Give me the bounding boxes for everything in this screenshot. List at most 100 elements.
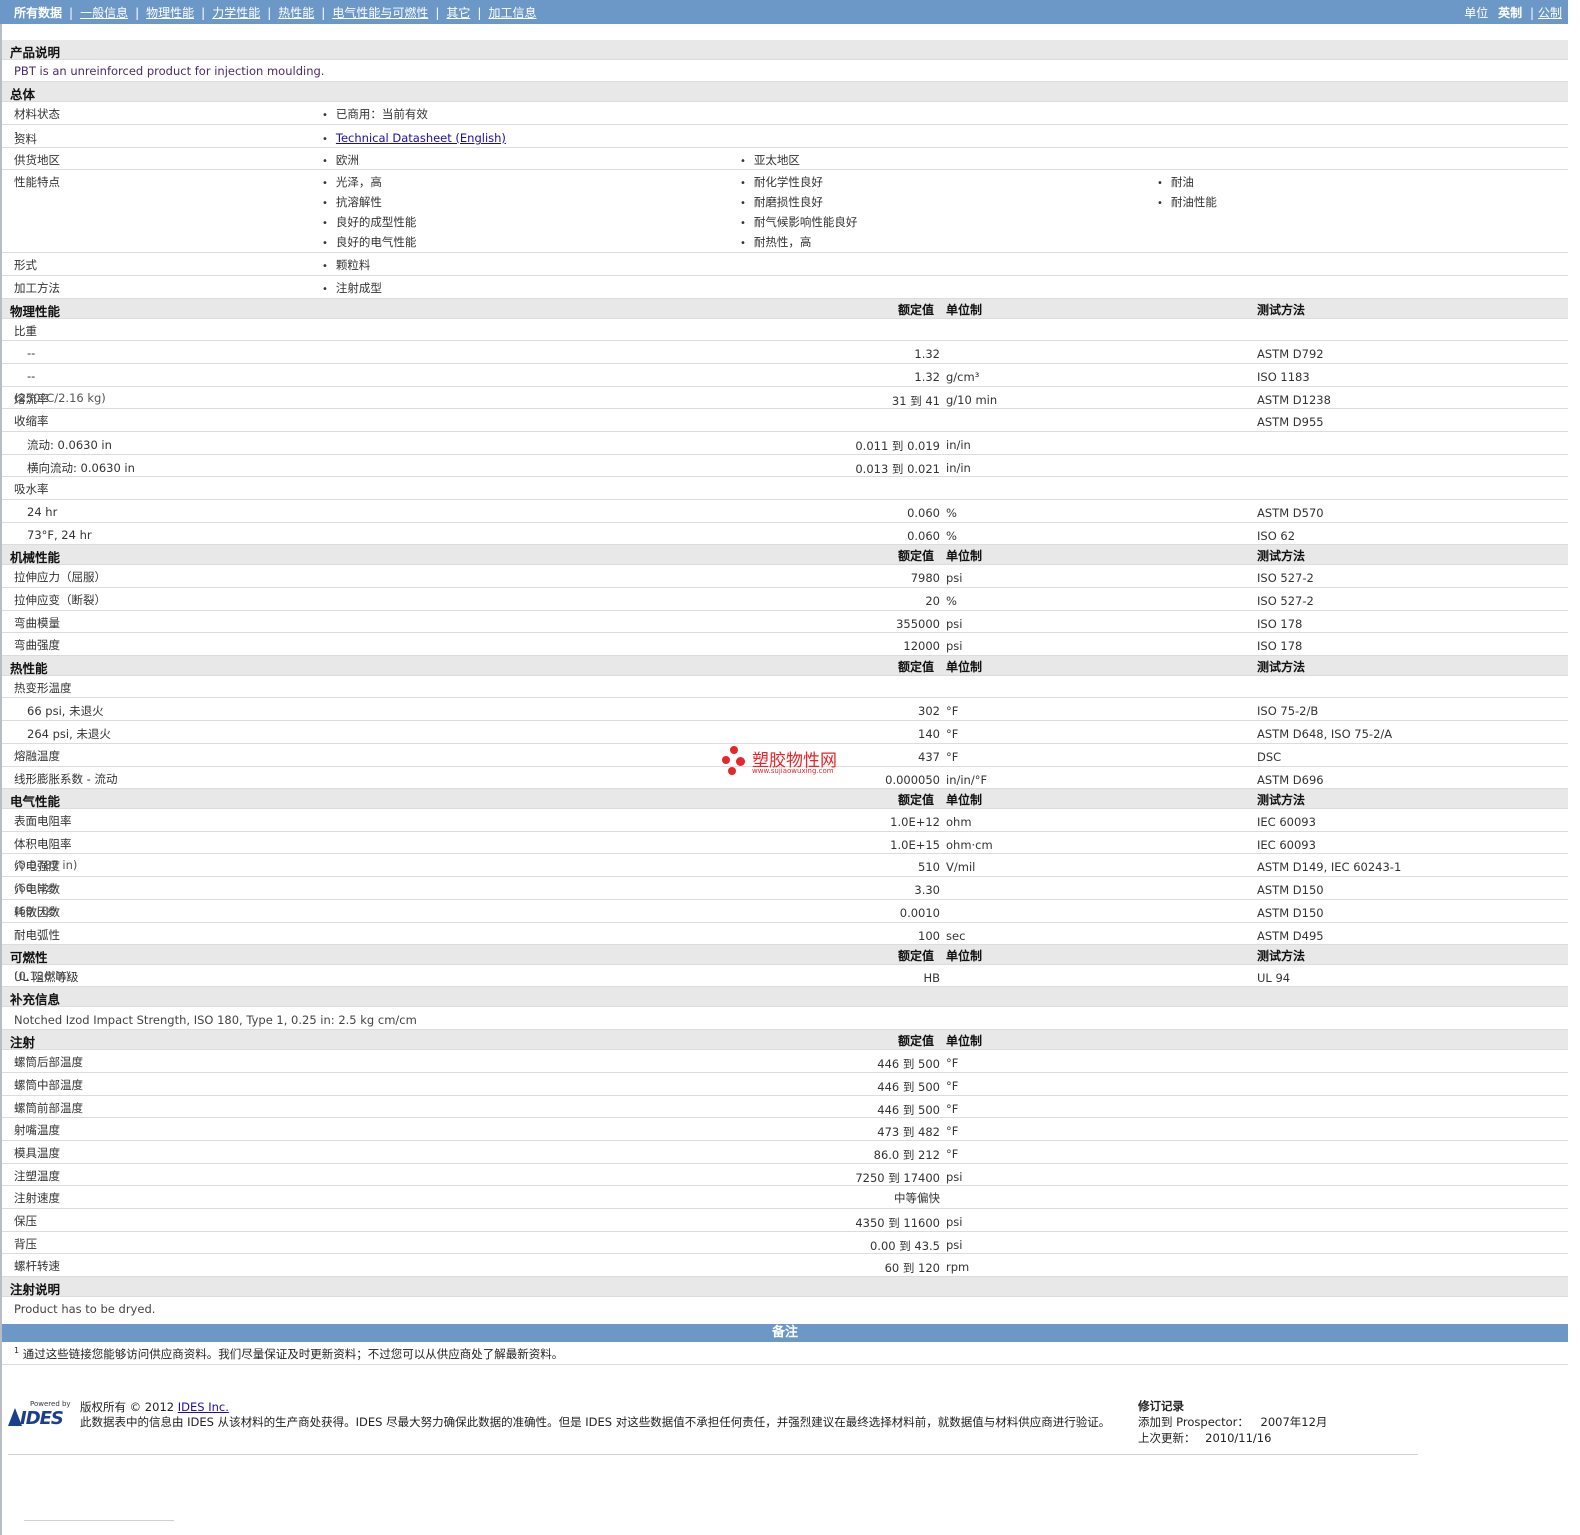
copyright-line: 版权所有 © 2012 IDES Inc. xyxy=(80,1400,1110,1415)
injection-note-text: Product has to be dryed. xyxy=(14,1302,156,1316)
data-row: 66 psi, 未退火 302 °F ISO 75-2/B xyxy=(2,698,1568,721)
value-cell: 446 到 500 xyxy=(877,1080,940,1094)
section-injection-notes-header: 注射说明 xyxy=(2,1277,1568,1297)
divider xyxy=(24,1520,174,1521)
unit-cell: °F xyxy=(946,1079,959,1093)
ides-company-link[interactable]: IDES Inc. xyxy=(178,1400,229,1414)
property-label: 射嘴温度 xyxy=(14,1123,60,1137)
unit-cell: rpm xyxy=(946,1260,970,1274)
section-general-header: 总体 xyxy=(2,82,1568,102)
nav-all-data[interactable]: 所有数据 xyxy=(14,6,62,20)
property-label: 拉伸应力（屈服） xyxy=(14,570,106,584)
unit-cell: % xyxy=(946,594,957,608)
nav-mechanical[interactable]: 力学性能 xyxy=(212,6,260,20)
value-cell: 0.060 xyxy=(907,529,940,543)
value-cell: 86.0 到 212 xyxy=(873,1148,940,1162)
property-label: 螺杆转速 xyxy=(14,1259,60,1273)
data-row: 拉伸应力（屈服） 7980 psi ISO 527-2 xyxy=(2,565,1568,588)
row-specific-gravity: 比重 xyxy=(2,319,1568,341)
nav-other[interactable]: 其它 xyxy=(446,6,470,20)
value-cell: 60 到 120 xyxy=(884,1261,940,1275)
method-cell: ASTM D648, ISO 75-2/A xyxy=(1257,727,1393,741)
section-supplement-header: 补充信息 xyxy=(2,987,1568,1007)
unit-cell: psi xyxy=(946,571,963,585)
copyright-block: 版权所有 © 2012 IDES Inc. 此数据表中的信息由 IDES 从该材… xyxy=(80,1400,1110,1430)
data-row: 螺杆转速 60 到 120 rpm xyxy=(2,1254,1568,1277)
condition-label: -- xyxy=(27,346,36,360)
property-label: 表面电阻率 xyxy=(14,814,72,828)
property-label: 弯曲强度 xyxy=(14,638,60,652)
col-header-method: 测试方法 xyxy=(1257,303,1306,317)
row-processing-method: 加工方法 注射成型 xyxy=(2,276,1568,299)
watermark-dot xyxy=(730,746,738,754)
data-row: 螺筒前部温度 446 到 500 °F xyxy=(2,1096,1568,1118)
nav-physical[interactable]: 物理性能 xyxy=(146,6,194,20)
property-label: 材料状态 xyxy=(14,107,60,121)
section-mechanical-header: 机械性能 额定值 单位制 测试方法 xyxy=(2,545,1568,565)
method-cell: UL 94 xyxy=(1257,971,1291,985)
method-cell: ISO 527-2 xyxy=(1257,571,1314,585)
section-flammability-header: 可燃性 额定值 单位制 测试方法 xyxy=(2,945,1568,965)
method-cell: ASTM D150 xyxy=(1257,906,1324,920)
data-row: 螺筒后部温度 446 到 500 °F xyxy=(2,1050,1568,1073)
col-header-value: 额定值 xyxy=(898,303,935,317)
method-cell: IEC 60093 xyxy=(1257,815,1316,829)
value-cell: 0.0010 xyxy=(899,906,940,920)
col-header-value: 额定值 xyxy=(898,793,935,807)
col-header-method: 测试方法 xyxy=(1257,793,1306,807)
method-cell: ISO 527-2 xyxy=(1257,594,1314,608)
section-electrical-header: 电气性能 额定值 单位制 测试方法 xyxy=(2,789,1568,809)
col-header-method: 测试方法 xyxy=(1257,949,1306,963)
label-note: (60 Hz) xyxy=(14,904,56,918)
data-row: 注塑温度 7250 到 17400 psi xyxy=(2,1164,1568,1186)
data-row: 注射速度 中等偏快 xyxy=(2,1186,1568,1209)
condition-label: 73°F, 24 hr xyxy=(27,528,92,542)
unit-cell: psi xyxy=(946,617,963,631)
value-cell: 446 到 500 xyxy=(877,1057,940,1071)
method-cell: ISO 62 xyxy=(1257,529,1296,543)
method-cell: ISO 178 xyxy=(1257,639,1303,653)
unit-cell: in/in xyxy=(946,461,971,475)
property-label: 弯曲模量 xyxy=(14,616,60,630)
value-cell: 140 xyxy=(918,727,940,741)
property-label: 注射速度 xyxy=(14,1191,60,1205)
property-label: 供货地区 xyxy=(14,153,60,167)
data-row: 介电强度 (0.0787 in) 510 V/mil ASTM D149, IE… xyxy=(2,854,1568,877)
data-row: -- 1.32 ASTM D792 xyxy=(2,341,1568,364)
updated-label: 上次更新： xyxy=(1138,1431,1196,1445)
label-note: (250°C/2.16 kg) xyxy=(14,391,106,405)
footnote-text: 通过这些链接您能够访问供应商资料。我们尽量保证及时更新资料；不过您可以从供应商处… xyxy=(22,1347,564,1361)
value-cell: 100 xyxy=(918,929,940,943)
data-row: 射嘴温度 473 到 482 °F xyxy=(2,1118,1568,1141)
property-label: 保压 xyxy=(14,1214,37,1228)
unit-switch: 单位 英制 | 公制 xyxy=(1464,6,1562,20)
technical-datasheet-link[interactable]: Technical Datasheet (English) xyxy=(336,131,506,145)
section-title: 注射 xyxy=(10,1035,36,1050)
ides-logo[interactable]: Powered by IDES xyxy=(8,1400,72,1430)
nav-thermal[interactable]: 热性能 xyxy=(278,6,314,20)
data-row: 24 hr 0.060 % ASTM D570 xyxy=(2,500,1568,523)
value-cell: 446 到 500 xyxy=(877,1103,940,1117)
value-cell: 7250 到 17400 xyxy=(855,1171,940,1185)
col-header-unit: 单位制 xyxy=(946,660,983,674)
unit-cell: % xyxy=(946,529,957,543)
nav-electrical-flammability[interactable]: 电气性能与可燃性 xyxy=(332,6,428,20)
footnote: 1 通过这些链接您能够访问供应商资料。我们尽量保证及时更新资料；不过您可以从供应… xyxy=(14,1346,563,1362)
row-hdt: 热变形温度 xyxy=(2,676,1568,698)
property-label: 热变形温度 xyxy=(14,681,72,695)
unit-cell: psi xyxy=(946,1170,963,1184)
data-row: 耐电弧性 100 sec ASTM D495 xyxy=(2,923,1568,945)
section-links: 所有数据 | 一般信息 | 物理性能 | 力学性能 | 热性能 | 电气性能与可燃性 | 其它 | 加工信息 xyxy=(14,6,537,20)
unit-metric-link[interactable]: 公制 xyxy=(1538,6,1562,20)
data-row: 拉伸应变（断裂） 20 % ISO 527-2 xyxy=(2,588,1568,611)
col-header-unit: 单位制 xyxy=(946,303,983,317)
nav-general-info[interactable]: 一般信息 xyxy=(80,6,128,20)
notes-header: 备注 xyxy=(2,1324,1568,1342)
nav-processing[interactable]: 加工信息 xyxy=(488,6,536,20)
section-title: 产品说明 xyxy=(10,45,61,60)
property-label: 螺筒后部温度 xyxy=(14,1055,83,1069)
method-cell: ASTM D955 xyxy=(1257,415,1324,429)
data-row: 流动: 0.0630 in 0.011 到 0.019 in/in xyxy=(2,432,1568,455)
watermark: 塑胶物性网 www.sujiaowuxing.com xyxy=(722,746,862,780)
unit-cell: °F xyxy=(946,1124,959,1138)
